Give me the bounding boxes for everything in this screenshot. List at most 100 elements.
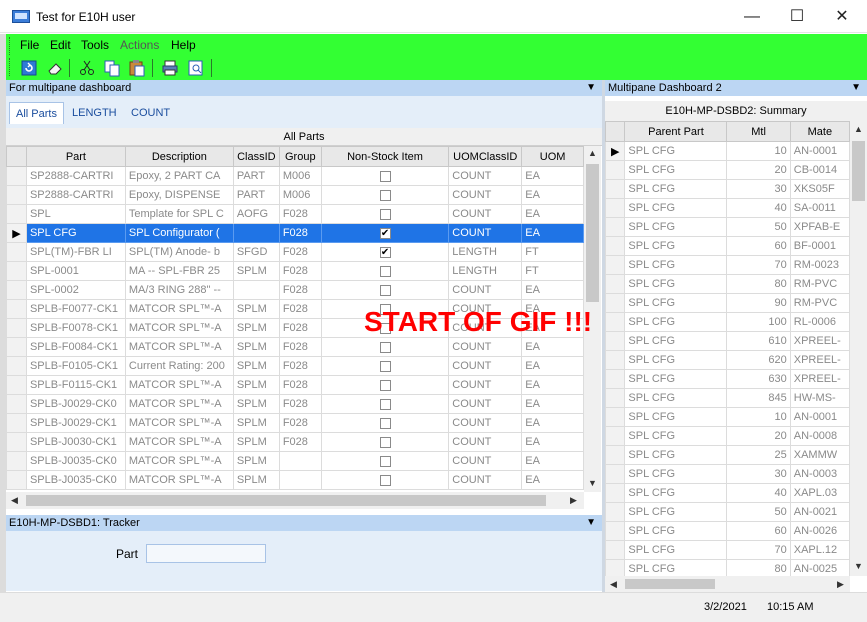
cell-uomclassid[interactable]: COUNT	[448, 185, 523, 205]
row-selector[interactable]	[605, 369, 626, 389]
table-row[interactable]: SP2888-CARTRI Epoxy, 2 PART CA PART M006 COU…	[6, 166, 584, 186]
table-row[interactable]: SPLB-J0029-CK0 MATCOR SPL™-A SPLM F028 COUNT…	[6, 394, 584, 414]
cell-group[interactable]: F028	[278, 242, 322, 262]
checkbox[interactable]	[379, 417, 391, 429]
row-selector[interactable]	[605, 274, 626, 294]
cell-classid[interactable]: SPLM	[232, 413, 280, 433]
maximize-button[interactable]: ☐	[775, 0, 819, 33]
minimize-button[interactable]: —	[730, 0, 774, 33]
cell-material[interactable]: CB-0014	[789, 160, 850, 180]
scroll-thumb[interactable]	[26, 495, 546, 506]
cell-parent-part[interactable]: SPL CFG	[624, 369, 728, 389]
checkbox[interactable]	[379, 284, 391, 296]
checkbox[interactable]	[379, 265, 391, 277]
checkbox[interactable]	[379, 455, 391, 467]
scroll-up-icon[interactable]: ▲	[588, 148, 597, 158]
cell-material[interactable]: XPFAB-E	[789, 217, 850, 237]
table-row[interactable]: SPL CFG 80 AN-0025	[605, 559, 850, 576]
column-header-uom[interactable]: UOM	[521, 146, 584, 167]
cell-classid[interactable]: SPLM	[232, 470, 280, 490]
row-selector[interactable]: ▶	[6, 223, 27, 243]
row-selector[interactable]	[6, 242, 27, 262]
cell-parent-part[interactable]: SPL CFG	[624, 236, 728, 256]
cell-uomclassid[interactable]: COUNT	[448, 166, 523, 186]
cell-group[interactable]: F028	[278, 299, 322, 319]
tab-length[interactable]: LENGTH	[66, 102, 123, 124]
cell-classid[interactable]: SPLM	[232, 432, 280, 452]
cell-uomclassid[interactable]: COUNT	[448, 451, 523, 471]
part-input[interactable]	[146, 544, 266, 563]
cell-non-stock[interactable]	[320, 451, 450, 471]
scroll-thumb[interactable]	[625, 579, 715, 589]
row-selector[interactable]	[6, 356, 27, 376]
table-row[interactable]: SPL-0001 MA -- SPL-FBR 25 SPLM F028 LENGTH FT	[6, 261, 584, 281]
cell-part[interactable]: SPL	[25, 204, 126, 224]
table-row[interactable]: SPL CFG 100 RL-0006	[605, 312, 850, 332]
cell-material[interactable]: XPREEL-	[789, 369, 850, 389]
table-row[interactable]: SPLB-F0105-CK1 Current Rating: 200 SPLM F02…	[6, 356, 584, 376]
column-header-non-stock[interactable]: Non-Stock Item	[320, 146, 450, 167]
scroll-left-icon[interactable]: ◀	[610, 579, 617, 590]
cell-classid[interactable]: SPLM	[232, 299, 280, 319]
table-row[interactable]: SPL CFG 40 XAPL.03	[605, 483, 850, 503]
menu-tools[interactable]: Tools	[81, 38, 109, 52]
cell-uom[interactable]: EA	[521, 470, 584, 490]
cell-description[interactable]: MATCOR SPL™-A	[124, 432, 234, 452]
table-row[interactable]: SPL CFG 610 XPREEL-	[605, 331, 850, 351]
cell-classid[interactable]: SPLM	[232, 318, 280, 338]
cell-mtl[interactable]: 630	[726, 369, 791, 389]
table-row[interactable]: SPL CFG 50 XPFAB-E	[605, 217, 850, 237]
cell-group[interactable]: F028	[278, 318, 322, 338]
cell-parent-part[interactable]: SPL CFG	[624, 198, 728, 218]
cell-material[interactable]: XAMMW	[789, 445, 850, 465]
scroll-right-icon[interactable]: ▶	[570, 495, 577, 506]
cell-parent-part[interactable]: SPL CFG	[624, 274, 728, 294]
cell-group[interactable]: F028	[278, 204, 322, 224]
scroll-thumb[interactable]	[852, 141, 865, 201]
row-selector[interactable]	[605, 160, 626, 180]
cell-uomclassid[interactable]: COUNT	[448, 356, 523, 376]
row-selector[interactable]	[605, 483, 626, 503]
cell-classid[interactable]: PART	[232, 185, 280, 205]
row-selector[interactable]	[605, 293, 626, 313]
table-row[interactable]: SPLB-J0035-CK0 MATCOR SPL™-A SPLM COUNT EA	[6, 470, 584, 490]
cut-icon[interactable]	[78, 59, 96, 77]
row-selector[interactable]	[6, 318, 27, 338]
table-row[interactable]: SPLB-F0084-CK1 MATCOR SPL™-A SPLM F028 COUNT…	[6, 337, 584, 357]
cell-part[interactable]: SPLB-J0029-CK0	[25, 394, 126, 414]
row-selector[interactable]	[605, 426, 626, 446]
cell-uomclassid[interactable]: LENGTH	[448, 242, 523, 262]
cell-mtl[interactable]: 100	[726, 312, 791, 332]
cell-uom[interactable]: EA	[521, 280, 584, 300]
checkbox[interactable]	[379, 474, 391, 486]
row-selector[interactable]	[605, 217, 626, 237]
table-row[interactable]: SPL(TM)-FBR LI SPL(TM) Anode- b SFGD F028 ✔ L…	[6, 242, 584, 262]
cell-non-stock[interactable]	[320, 394, 450, 414]
column-header-material[interactable]: Mate	[789, 121, 850, 142]
cell-uom[interactable]: EA	[521, 451, 584, 471]
cell-material[interactable]: AN-0025	[789, 559, 850, 576]
cell-uom[interactable]: EA	[521, 166, 584, 186]
eraser-icon[interactable]	[46, 59, 64, 77]
cell-mtl[interactable]: 80	[726, 274, 791, 294]
cell-material[interactable]: AN-0003	[789, 464, 850, 484]
cell-parent-part[interactable]: SPL CFG	[624, 350, 728, 370]
cell-group[interactable]: F028	[278, 432, 322, 452]
cell-classid[interactable]	[232, 280, 280, 300]
cell-uomclassid[interactable]: LENGTH	[448, 261, 523, 281]
cell-uomclassid[interactable]: COUNT	[448, 280, 523, 300]
copy-icon[interactable]	[103, 59, 121, 77]
row-selector[interactable]	[605, 521, 626, 541]
row-selector[interactable]	[6, 261, 27, 281]
row-selector[interactable]	[605, 236, 626, 256]
cell-material[interactable]: XKS05F	[789, 179, 850, 199]
menu-actions[interactable]: Actions	[120, 38, 159, 52]
cell-description[interactable]: MA -- SPL-FBR 25	[124, 261, 234, 281]
cell-mtl[interactable]: 40	[726, 483, 791, 503]
row-selector[interactable]	[605, 502, 626, 522]
tab-count[interactable]: COUNT	[125, 102, 176, 124]
cell-description[interactable]: SPL(TM) Anode- b	[124, 242, 234, 262]
table-row[interactable]: SPLB-J0029-CK1 MATCOR SPL™-A SPLM F028 COUNT…	[6, 413, 584, 433]
table-row[interactable]: SPL CFG 20 AN-0008	[605, 426, 850, 446]
scroll-down-icon[interactable]: ▼	[588, 478, 597, 488]
